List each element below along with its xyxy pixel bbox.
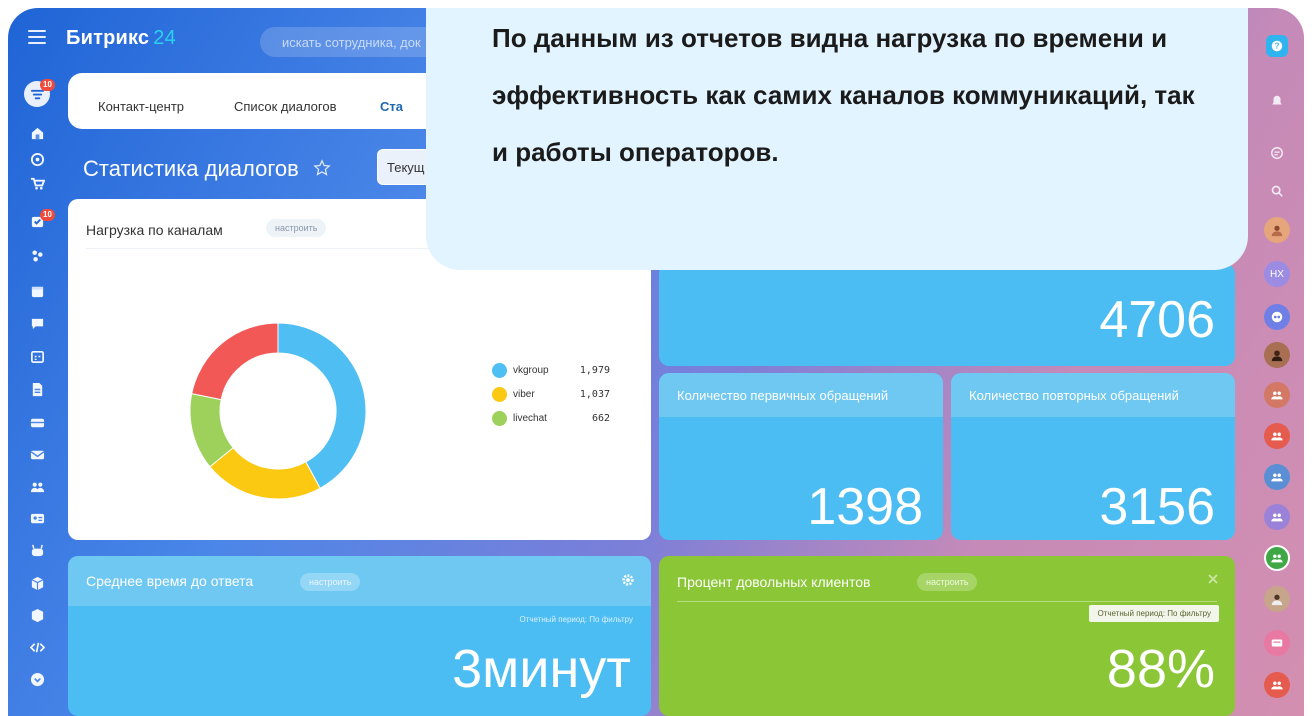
- divider: [677, 601, 1217, 602]
- avatar[interactable]: [1264, 586, 1290, 612]
- primary-requests-widget: Количество первичных обращений 1398: [659, 373, 943, 540]
- donut-slice-vkgroup[interactable]: [277, 322, 367, 489]
- robot-icon[interactable]: [28, 541, 46, 559]
- legend-value: 1,037: [579, 389, 610, 400]
- right-sidebar: ? НХ: [1246, 8, 1304, 716]
- tab-statistics[interactable]: Ста: [380, 99, 403, 114]
- donut-slice-viber[interactable]: [209, 447, 321, 500]
- star-icon[interactable]: [313, 159, 331, 177]
- more-icon[interactable]: [28, 670, 46, 688]
- help-icon[interactable]: ?: [1266, 35, 1288, 57]
- avatar[interactable]: [1264, 217, 1290, 243]
- widget-title: Количество повторных обращений: [969, 388, 1179, 403]
- group-chat-icon[interactable]: [1264, 304, 1290, 330]
- tabs-bar: Контакт-центр Список диалогов Ста: [68, 73, 458, 129]
- left-sidebar: 10 10: [8, 70, 62, 716]
- search-icon[interactable]: [1264, 178, 1290, 204]
- logo-number: 24: [153, 27, 176, 49]
- group-icon[interactable]: [1264, 545, 1290, 571]
- repeat-requests-widget: Количество повторных обращений 3156: [951, 373, 1235, 540]
- group-icon[interactable]: [1264, 504, 1290, 530]
- target-icon[interactable]: [28, 150, 46, 168]
- document-icon[interactable]: [28, 380, 46, 398]
- primary-value: 1398: [807, 478, 923, 536]
- gear-icon[interactable]: [621, 573, 635, 587]
- total-value: 4706: [1099, 291, 1215, 349]
- legend-value: 662: [591, 413, 610, 424]
- svg-text:?: ?: [1275, 42, 1280, 51]
- page-title: Статистика диалогов: [83, 156, 299, 181]
- bell-icon[interactable]: [1264, 88, 1290, 114]
- widget-title: Процент довольных клиентов: [677, 574, 871, 590]
- cart-icon[interactable]: [28, 174, 46, 192]
- tab-dialog-list[interactable]: Список диалогов: [234, 99, 337, 114]
- calendar-icon[interactable]: [28, 282, 46, 300]
- donut-chart: [189, 322, 367, 500]
- legend-value: 1,979: [579, 365, 610, 376]
- response-time-widget: Среднее время до ответа настроить Отчетн…: [68, 556, 651, 716]
- legend-swatch: [492, 387, 507, 402]
- search-input[interactable]: [260, 27, 440, 57]
- chat-bubble-icon[interactable]: [1264, 140, 1290, 166]
- app-window: Битрикс24 10 10 Контакт-центр Список диа…: [8, 8, 1304, 716]
- widget-title: Нагрузка по каналам: [86, 222, 223, 238]
- logo[interactable]: Битрикс 24: [66, 27, 176, 50]
- callout-box: По данным из отчетов видна нагрузка по в…: [426, 8, 1248, 270]
- group-icon[interactable]: [1264, 672, 1290, 698]
- box-icon[interactable]: [28, 574, 46, 592]
- legend-label: vkgroup: [513, 365, 549, 376]
- callout-text: По данным из отчетов видна нагрузка по в…: [492, 23, 1195, 167]
- home-icon[interactable]: [28, 124, 46, 142]
- logo-text: Битрикс: [66, 27, 150, 49]
- tab-contact-center[interactable]: Контакт-центр: [98, 99, 184, 114]
- chat-icon[interactable]: [28, 314, 46, 332]
- mail-icon[interactable]: [28, 445, 46, 463]
- legend-label: livechat: [513, 413, 547, 424]
- report-period: Отчетный период: По фильтру: [519, 615, 633, 624]
- donut-slice-other[interactable]: [191, 322, 279, 401]
- drive-icon[interactable]: [28, 413, 46, 431]
- legend-item: vkgroup 1,979: [492, 362, 610, 378]
- avatar[interactable]: [1264, 342, 1290, 368]
- task-badge: 10: [40, 209, 55, 221]
- package-icon[interactable]: [28, 606, 46, 624]
- group-icon[interactable]: [1264, 464, 1290, 490]
- menu-icon[interactable]: [28, 30, 46, 44]
- legend-item: livechat 662: [492, 410, 610, 426]
- schedule-icon[interactable]: [28, 347, 46, 365]
- code-icon[interactable]: [28, 638, 46, 656]
- satisfaction-widget: Процент довольных клиентов настроить Отч…: [659, 556, 1235, 716]
- close-icon[interactable]: [1207, 573, 1219, 585]
- contact-icon[interactable]: [28, 509, 46, 527]
- crm-icon[interactable]: [28, 246, 46, 264]
- avatar-initials[interactable]: НХ: [1264, 261, 1290, 287]
- legend-label: viber: [513, 389, 535, 400]
- total-dialogs-widget: 4706: [659, 264, 1235, 366]
- group-icon[interactable]: [28, 477, 46, 495]
- configure-button[interactable]: настроить: [300, 573, 361, 591]
- group-icon[interactable]: [1264, 382, 1290, 408]
- satisfaction-value: 88%: [1106, 639, 1215, 699]
- legend-swatch: [492, 363, 507, 378]
- legend-swatch: [492, 411, 507, 426]
- widget-title: Среднее время до ответа: [86, 573, 254, 589]
- widget-title: Количество первичных обращений: [677, 388, 889, 403]
- repeat-value: 3156: [1099, 478, 1215, 536]
- card-icon[interactable]: [1264, 630, 1290, 656]
- notification-badge: 10: [40, 79, 55, 91]
- configure-button[interactable]: настроить: [266, 219, 327, 237]
- legend-item: viber 1,037: [492, 386, 610, 402]
- response-time-value: 3минут: [452, 639, 631, 699]
- report-period: Отчетный период: По фильтру: [1089, 605, 1219, 622]
- configure-button[interactable]: настроить: [917, 573, 978, 591]
- group-icon[interactable]: [1264, 423, 1290, 449]
